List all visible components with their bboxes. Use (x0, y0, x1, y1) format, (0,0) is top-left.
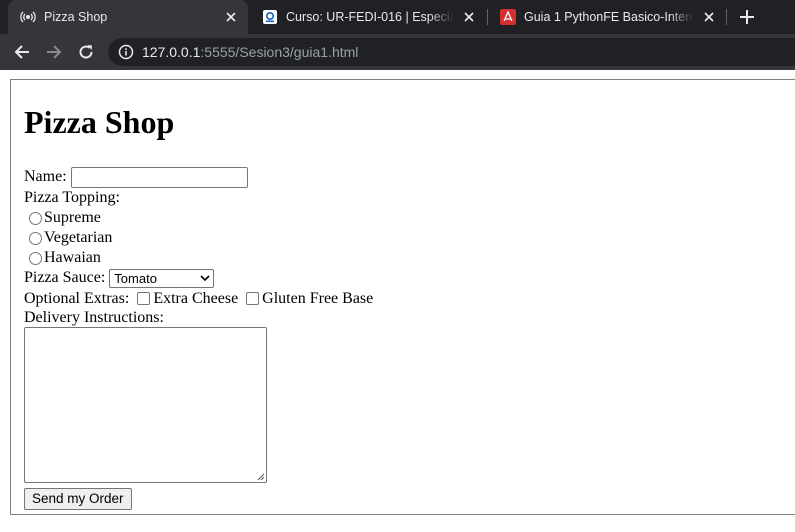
arrow-left-icon (14, 45, 29, 59)
tab-guia-pdf[interactable]: Guia 1 PythonFE Basico-Intermedio (488, 0, 726, 34)
close-icon[interactable] (698, 6, 720, 28)
radio-button[interactable] (29, 211, 42, 225)
tab-separator (726, 9, 727, 25)
topping-option-hawaian[interactable]: Hawaian (24, 248, 373, 268)
tab-title: Pizza Shop (44, 10, 108, 24)
chevron-down-icon (200, 275, 210, 281)
topping-label-supreme: Supreme (44, 209, 101, 226)
page-title: Pizza Shop (24, 104, 175, 140)
resize-grip-icon[interactable] (256, 472, 265, 481)
tab-pizza-shop[interactable]: Pizza Shop (8, 0, 248, 34)
delivery-label: Delivery Instructions: (24, 309, 164, 326)
arrow-right-icon (47, 45, 62, 59)
delivery-instructions-textarea[interactable] (24, 327, 267, 483)
browser-toolbar: 127.0.0.1:5555/Sesion3/guia1.html (0, 34, 795, 70)
plus-icon (740, 10, 754, 24)
info-icon[interactable] (118, 44, 134, 60)
extra-cheese-label: Extra Cheese (153, 289, 239, 307)
name-row: Name: (24, 166, 373, 188)
tab-title: Guia 1 PythonFE Basico-Intermedio (524, 10, 694, 24)
back-button[interactable] (10, 40, 34, 64)
broadcast-icon (20, 9, 36, 25)
tab-title: Curso: UR-FEDI-016 | Especialización (286, 10, 454, 24)
extras-label: Optional Extras: (24, 289, 130, 307)
extra-cheese-checkbox[interactable] (137, 292, 151, 305)
sauce-select[interactable]: Tomato (109, 268, 215, 288)
close-icon[interactable] (220, 6, 242, 28)
url-text: 127.0.0.1:5555/Sesion3/guia1.html (142, 44, 358, 60)
close-icon[interactable] (458, 6, 480, 28)
gluten-free-checkbox[interactable] (246, 292, 260, 305)
radio-button[interactable] (29, 231, 42, 245)
course-site-icon (262, 9, 278, 25)
extras-row: Optional Extras: Extra Cheese Gluten Fre… (24, 288, 373, 309)
page-viewport: Pizza Shop Name: Pizza Topping: Supreme … (0, 70, 795, 532)
forward-button[interactable] (42, 40, 66, 64)
send-order-button[interactable]: Send my Order (24, 488, 132, 510)
topping-label-hawaian: Hawaian (44, 249, 101, 266)
tab-strip: Pizza Shop Curso: UR-FEDI-016 | Especial… (0, 0, 795, 34)
radio-button[interactable] (29, 251, 42, 265)
pizza-order-form: Pizza Shop Name: Pizza Topping: Supreme … (24, 102, 373, 510)
reload-icon (79, 45, 93, 59)
tab-curso[interactable]: Curso: UR-FEDI-016 | Especialización (250, 0, 486, 34)
name-input[interactable] (70, 166, 248, 188)
sauce-selected-value: Tomato (114, 270, 157, 286)
topping-option-vegetarian[interactable]: Vegetarian (24, 228, 373, 248)
name-label: Name: (24, 168, 67, 185)
topping-option-supreme[interactable]: Supreme (24, 208, 373, 228)
sauce-label: Pizza Sauce: (24, 269, 106, 286)
new-tab-button[interactable] (736, 6, 758, 28)
topping-label-vegetarian: Vegetarian (44, 229, 113, 246)
url-path: :5555/Sesion3/guia1.html (200, 44, 359, 60)
address-bar[interactable]: 127.0.0.1:5555/Sesion3/guia1.html (108, 38, 795, 66)
url-host: 127.0.0.1 (142, 44, 201, 60)
gluten-free-label: Gluten Free Base (262, 289, 374, 307)
topping-label: Pizza Topping: (24, 189, 120, 206)
sauce-row: Pizza Sauce: Tomato (24, 268, 373, 288)
reload-button[interactable] (74, 40, 98, 64)
pdf-icon (500, 9, 516, 25)
